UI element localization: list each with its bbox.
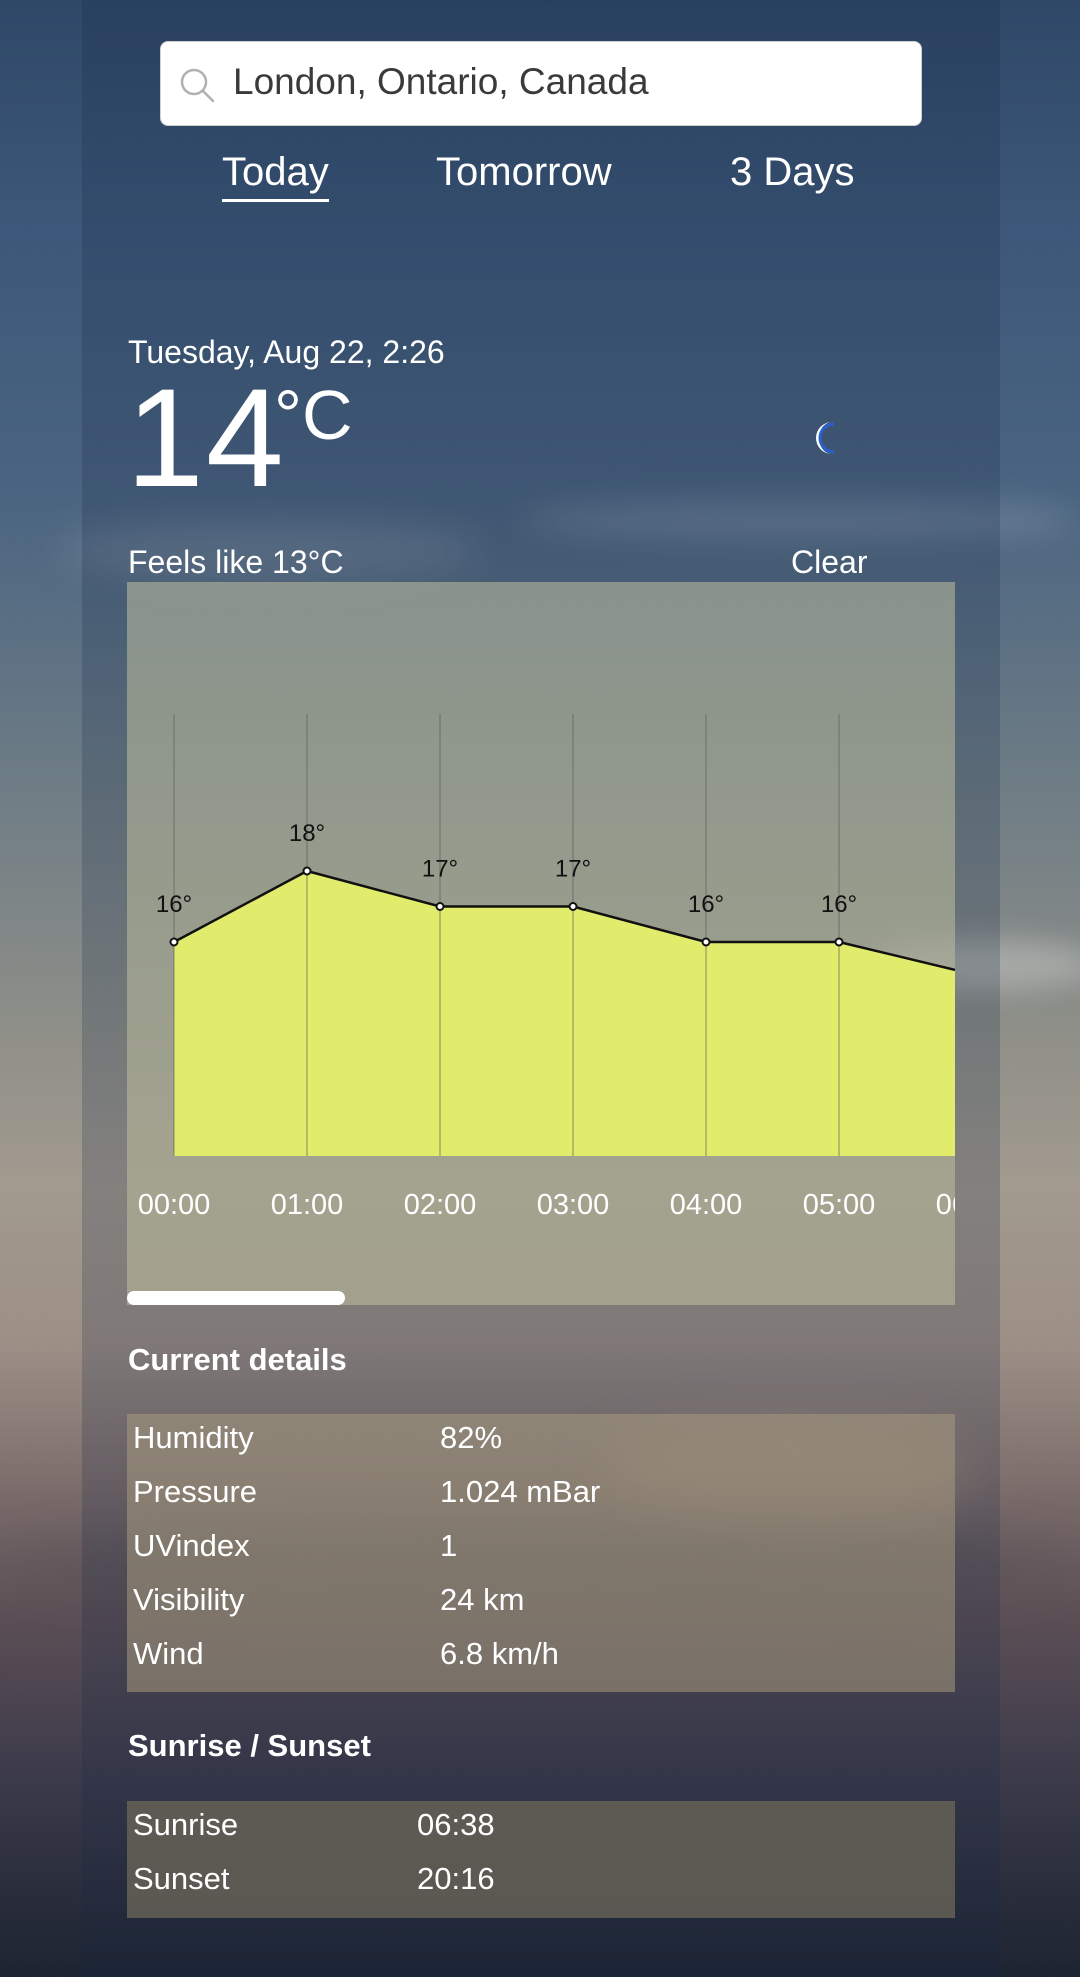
current-details-title: Current details: [128, 1342, 347, 1377]
point-label: 16°: [688, 891, 724, 918]
wind-label: Wind: [133, 1636, 204, 1671]
data-point: [169, 937, 179, 947]
humidity-label: Humidity: [133, 1420, 254, 1455]
hourly-temperature-chart: 16° 18° 17° 17° 16° 16° 00:00 01:00 02:00 03:00 04…: [138, 714, 955, 1221]
details-table: Humidity 82% Pressure 1.024 mBar UVindex…: [127, 1414, 955, 1692]
x-tick-label: 02:00: [404, 1189, 477, 1221]
wind-value: 6.8 km/h: [440, 1636, 559, 1671]
x-tick-label: 01:00: [271, 1189, 344, 1221]
condition-text: Clear: [791, 544, 868, 580]
humidity-value: 82%: [440, 1420, 503, 1455]
sunrise-label: Sunrise: [133, 1807, 239, 1842]
data-point: [302, 866, 312, 876]
point-label: 18°: [289, 820, 325, 847]
sunset-label: Sunset: [133, 1861, 230, 1896]
search-icon: [180, 68, 215, 103]
point-label: 17°: [422, 856, 458, 883]
current-temperature: 14: [126, 359, 286, 516]
point-label: 16°: [821, 891, 857, 918]
x-tick-label: 03:00: [537, 1189, 610, 1221]
pressure-value: 1.024 mBar: [440, 1474, 601, 1509]
hourly-chart[interactable]: 16° 18° 17° 17° 16° 16° 00:00 01:00 02:00 03:00 04…: [127, 582, 955, 1305]
data-point: [834, 937, 844, 947]
tab-tomorrow[interactable]: Tomorrow: [436, 150, 612, 195]
data-point: [701, 937, 711, 947]
visibility-value: 24 km: [440, 1582, 525, 1617]
sunset-value: 20:16: [417, 1861, 495, 1896]
search-input[interactable]: London, Ontario, Canada: [233, 61, 649, 103]
data-point: [568, 902, 578, 911]
point-label: 16°: [156, 891, 192, 918]
x-tick-label: 00:00: [138, 1189, 211, 1221]
x-tick-label: 05:00: [803, 1189, 876, 1221]
uvindex-value: 1: [440, 1528, 458, 1563]
chart-scrollbar[interactable]: [127, 1291, 345, 1305]
location-search[interactable]: London, Ontario, Canada: [160, 41, 922, 126]
x-tick-label: 06:00: [936, 1189, 955, 1221]
pressure-label: Pressure: [133, 1474, 258, 1509]
moon-icon: [816, 422, 835, 454]
point-label: 17°: [555, 856, 591, 883]
tab-today[interactable]: Today: [222, 150, 329, 202]
feels-like: Feels like 13°C: [128, 544, 344, 580]
sun-table: Sunrise 06:38 Sunset 20:16: [127, 1801, 955, 1918]
sunrise-value: 06:38: [417, 1807, 495, 1842]
data-point: [435, 902, 445, 911]
uvindex-label: UVindex: [133, 1528, 250, 1563]
temperature-unit: °C: [274, 376, 353, 454]
visibility-label: Visibility: [133, 1582, 245, 1617]
sunrise-sunset-title: Sunrise / Sunset: [128, 1728, 371, 1763]
x-tick-label: 04:00: [670, 1189, 743, 1221]
tab-3-days[interactable]: 3 Days: [730, 150, 855, 195]
